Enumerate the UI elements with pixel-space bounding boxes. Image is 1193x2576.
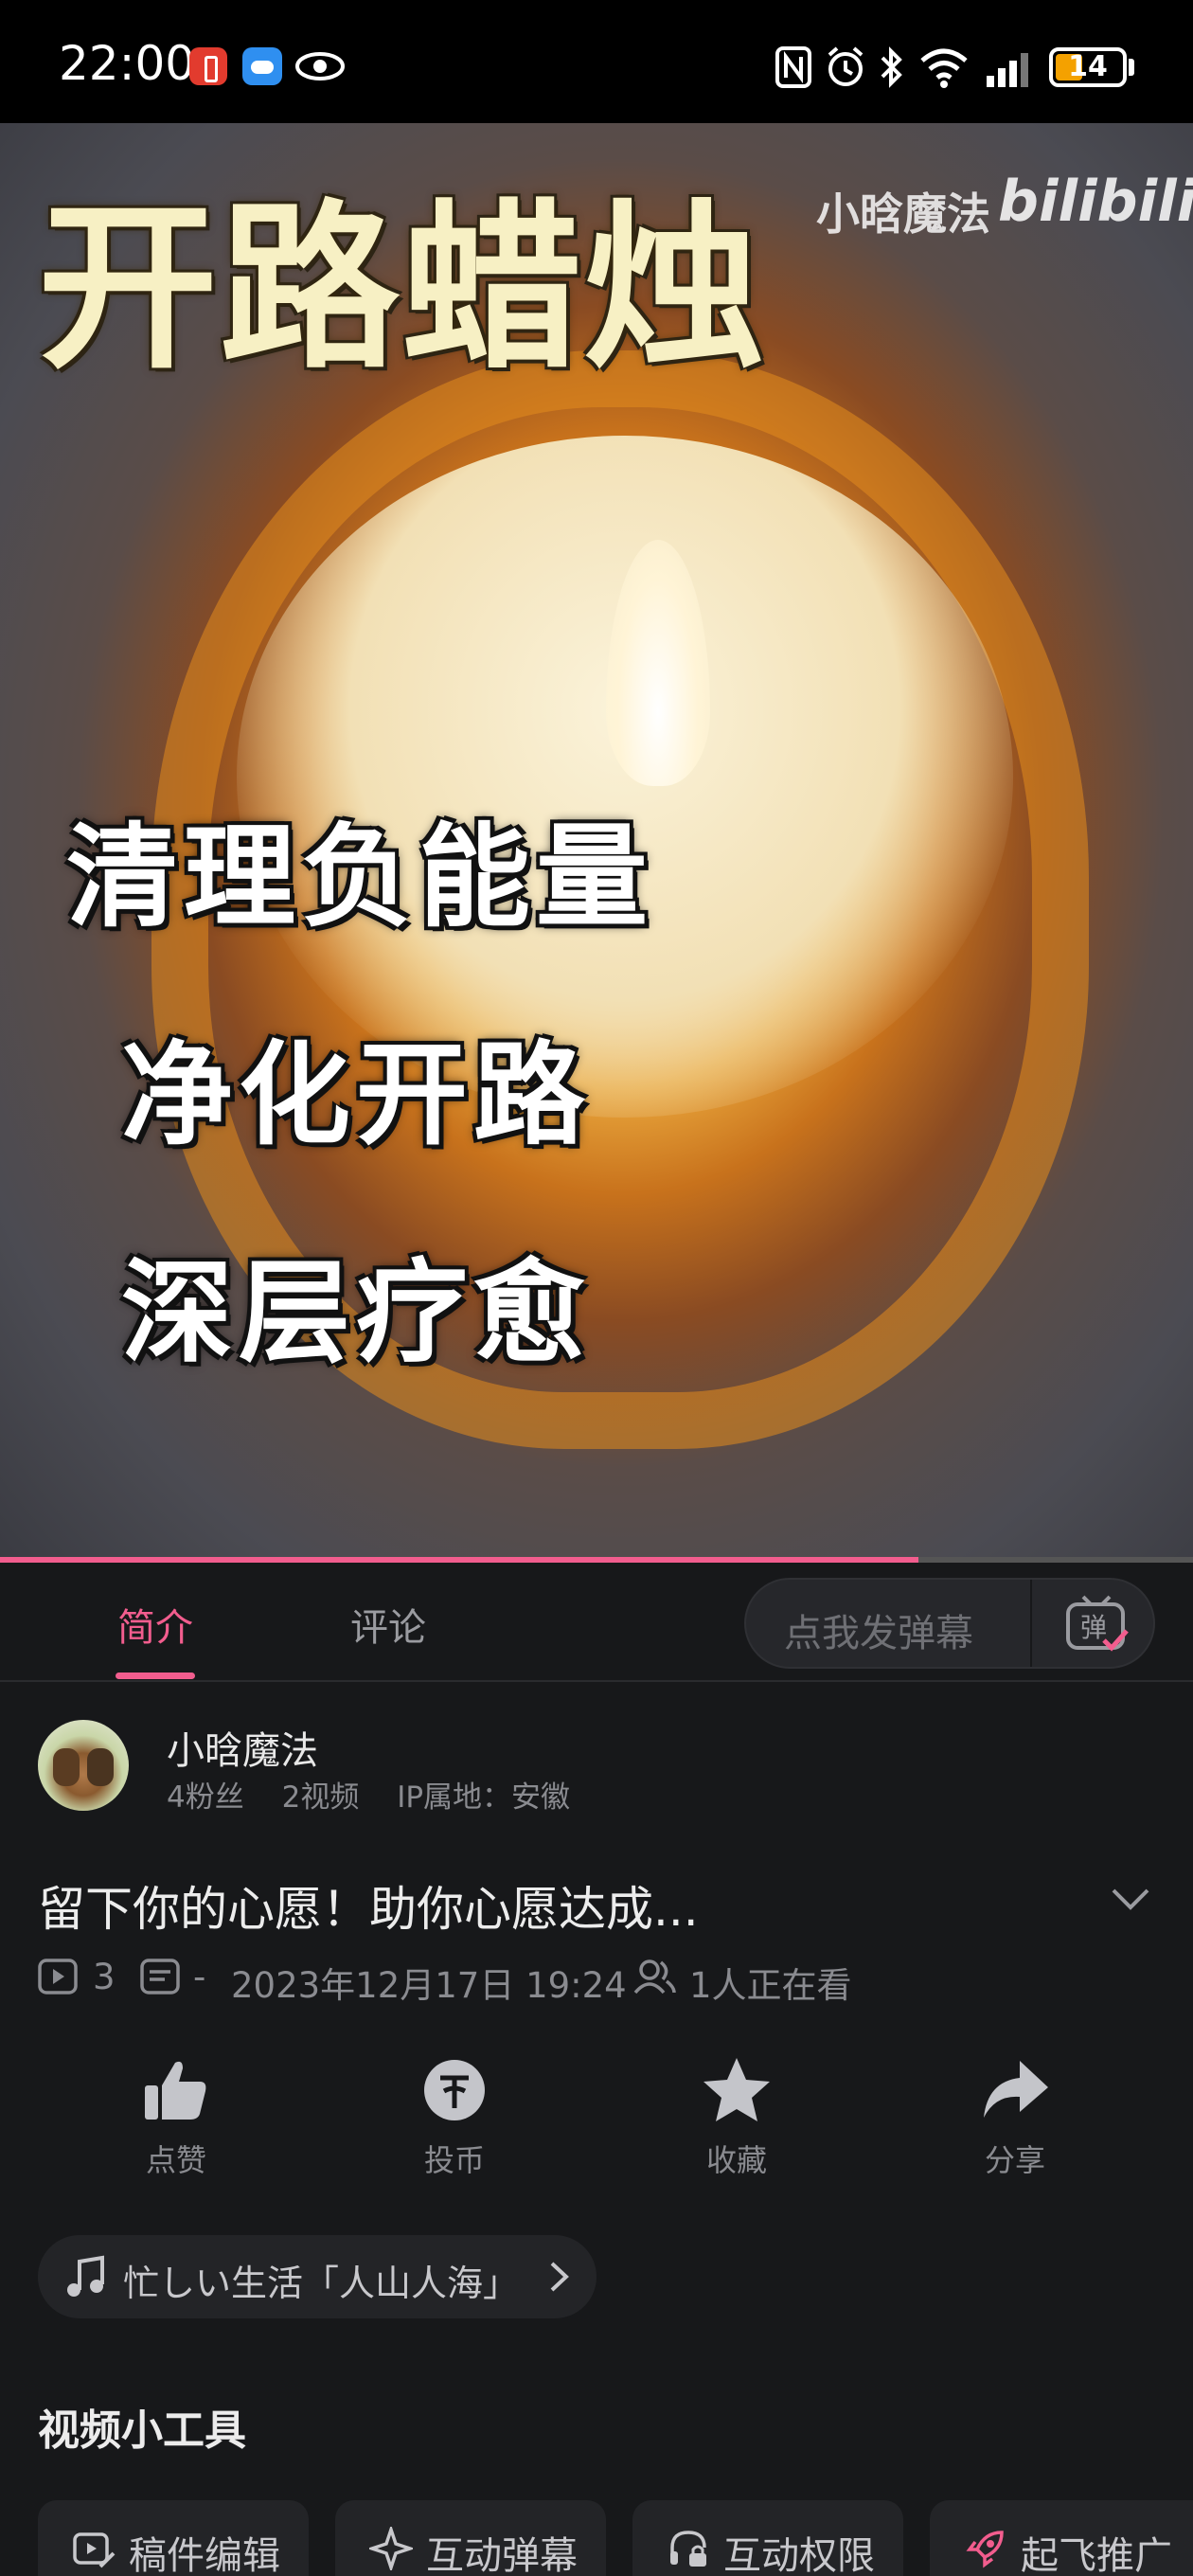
status-time: 22:00 [59,36,196,91]
danmaku-bar: 点我发弹幕 弹 [744,1578,1155,1669]
battery-tip [1129,59,1134,76]
tab-comments[interactable]: 评论 [350,1597,426,1652]
divider [1030,1580,1032,1667]
nfc-icon [775,46,811,88]
eye-icon [295,52,345,80]
video-headline: 留下你的心愿！助你心愿达成... [38,1882,699,1937]
play-count-icon [38,1959,78,1995]
tool-interactive-danmaku[interactable]: 互动弹幕 [335,2500,606,2576]
tool-label: 稿件编辑 [129,2534,280,2576]
active-tab-indicator [116,1673,195,1679]
danmaku-count: - [193,1957,206,1997]
author-name[interactable]: 小晗魔法 [167,1720,318,1775]
danmaku-toggle-icon[interactable]: 弹 [1064,1593,1131,1654]
weather-notification-icon [242,47,282,85]
author-videos: 2视频 [281,1780,360,1815]
headset-lock-icon [670,2531,706,2567]
watermark-author: 小晗魔法 [816,188,990,240]
author-meta: 4粉丝 2视频 IP属地：安徽 [167,1773,598,1816]
tool-edit-submission[interactable]: 稿件编辑 [38,2500,309,2576]
video-title-overlay: 开路蜡烛 [38,184,766,393]
viewers-icon [633,1959,676,1995]
star-icon [703,2058,770,2121]
tool-interaction-permissions[interactable]: 互动权限 [632,2500,903,2576]
share-icon [984,2061,1048,2118]
tab-intro[interactable]: 简介 [117,1597,193,1652]
watching-count: 1人正在看 [689,1965,852,2006]
bluetooth-icon [881,46,902,88]
coin-icon [424,2060,485,2120]
danmaku-count-icon [140,1959,180,1995]
play-count: 3 [93,1957,116,1997]
bilibili-logo: bilibili [998,169,1193,235]
tool-boost-promotion[interactable]: 起飞推广 [930,2500,1193,2576]
favorite-button[interactable]: 收藏 [651,2053,822,2180]
background-music-chip[interactable]: 忙しい生活「人山人海」 [38,2235,596,2318]
wifi-icon [920,48,968,88]
music-title: 忙しい生活「人山人海」 [123,2263,520,2304]
video-caption: 净化开路 [121,1029,592,1160]
coin-label: 投币 [423,2142,485,2178]
tool-label: 互动弹幕 [426,2534,578,2576]
danmaku-input[interactable]: 点我发弹幕 [784,1602,973,1657]
tools-section-title: 视频小工具 [38,2406,246,2455]
danmaku-icon-text: 弹 [1080,1612,1107,1643]
share-label: 分享 [984,2142,1045,2178]
video-caption: 清理负能量 [66,812,654,942]
favorite-label: 收藏 [705,2142,767,2178]
status-bar: 22:00 14 [0,0,1193,123]
signal-icon [987,53,1028,87]
author-fans: 4粉丝 [167,1780,244,1815]
publish-date: 2023年12月17日 19:24 [231,1965,627,2006]
chevron-right-icon [550,2262,569,2292]
like-button[interactable]: 点赞 [91,2053,261,2180]
share-button[interactable]: 分享 [930,2053,1100,2180]
notification-app-icon [189,47,227,85]
like-label: 点赞 [145,2142,206,2178]
tool-label: 起飞推广 [1021,2534,1172,2576]
battery-icon: 14 [1049,47,1127,87]
avatar[interactable] [38,1720,129,1811]
coin-button[interactable]: 投币 [369,2053,540,2180]
music-note-icon [67,2255,104,2297]
thumbs-up-icon [145,2061,206,2120]
edit-video-icon [73,2532,116,2568]
author-ip: IP属地：安徽 [397,1780,571,1815]
video-player[interactable]: 开路蜡烛 小晗魔法 bilibili 清理负能量 净化开路 深层疗愈 [0,123,1193,1561]
chevron-down-icon[interactable] [1110,1885,1151,1913]
battery-level: 14 [1068,50,1108,83]
rocket-icon [966,2531,1004,2568]
tool-label: 互动权限 [723,2534,875,2576]
tab-bar: 简介 评论 点我发弹幕 弹 [0,1563,1193,1682]
sparkle-icon [369,2527,413,2570]
alarm-icon [828,46,864,86]
video-caption: 深层疗愈 [121,1247,592,1378]
